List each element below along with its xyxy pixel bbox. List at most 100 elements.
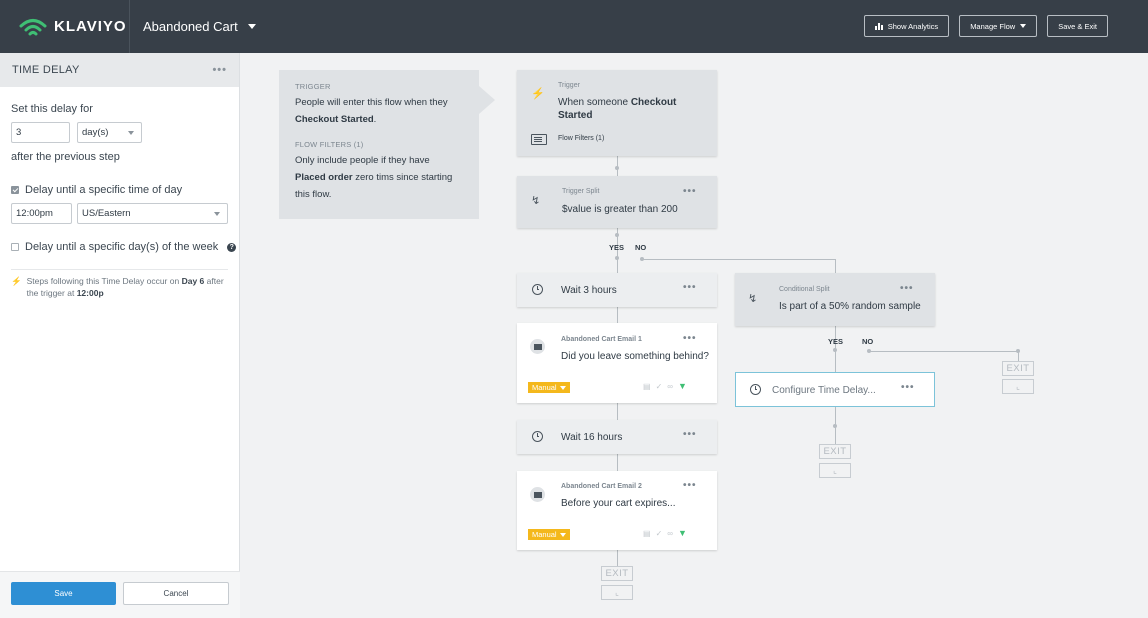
connector <box>835 259 836 273</box>
panel-footer: Save Cancel <box>0 571 240 618</box>
time-input[interactable]: 12:00pm <box>11 203 72 224</box>
check-icon[interactable]: ✓ <box>656 529 663 538</box>
connector-dot <box>833 348 837 352</box>
split-icon: ↯ <box>531 195 541 207</box>
delay-unit-value: day(s) <box>82 127 109 138</box>
day-of-week-option[interactable]: Delay until a specific day(s) of the wee… <box>11 241 237 253</box>
bar-chart-icon <box>874 22 883 30</box>
more-options-icon[interactable]: ••• <box>683 480 697 491</box>
delay-value-input[interactable]: 3 <box>11 122 70 143</box>
configure-time-delay-node[interactable]: Configure Time Delay... ••• <box>735 372 935 407</box>
link-icon[interactable]: ∞ <box>667 529 673 538</box>
brand-logo[interactable]: KLAVIYO <box>0 0 130 53</box>
manual-status-badge[interactable]: Manual <box>528 529 570 540</box>
exit-icon: ⌞ <box>601 585 633 600</box>
flow-filters-description: Only include people if they have Placed … <box>295 155 453 200</box>
clock-icon <box>532 431 543 442</box>
connector-dot <box>615 256 619 260</box>
connector-dot <box>833 424 837 428</box>
manage-flow-button[interactable]: Manage Flow <box>959 15 1038 37</box>
abandoned-cart-email-2-node[interactable]: Abandoned Cart Email 2 Before your cart … <box>517 471 717 550</box>
link-icon[interactable]: ∞ <box>667 382 673 391</box>
trigger-split-node[interactable]: ↯ Trigger Split $value is greater than 2… <box>517 176 717 228</box>
delay-unit-select[interactable]: day(s) <box>77 122 142 143</box>
day-of-week-label: Delay until a specific day(s) of the wee… <box>25 241 219 253</box>
flow-filter-icon <box>531 134 547 145</box>
conditional-split-node[interactable]: ↯ Conditional Split Is part of a 50% ran… <box>735 273 935 326</box>
chevron-down-icon <box>128 131 134 135</box>
flow-filters-caption: FLOW FILTERS (1) <box>295 140 364 149</box>
exit-marker: EXIT <box>819 444 851 459</box>
more-options-icon[interactable]: ••• <box>683 186 697 197</box>
timezone-value: US/Eastern <box>82 208 131 219</box>
after-previous-step-label: after the previous step <box>11 151 120 163</box>
filter-icon[interactable]: ▼ <box>678 528 687 538</box>
email-1-caption: Abandoned Cart Email 1 <box>561 336 642 343</box>
more-options-icon[interactable]: ••• <box>900 283 914 294</box>
filter-icon[interactable]: ▼ <box>678 381 687 391</box>
day-of-week-checkbox[interactable] <box>11 243 19 251</box>
manage-flow-label: Manage Flow <box>970 21 1016 31</box>
preview-icon[interactable]: ▤ <box>643 382 651 391</box>
preview-icon[interactable]: ▤ <box>643 529 651 538</box>
lightning-icon: ⚡ <box>11 276 22 286</box>
trigger-node[interactable]: ⚡ Trigger When someone Checkout Started … <box>517 70 717 156</box>
panel-menu-icon[interactable]: ••• <box>212 64 227 76</box>
trigger-caption: TRIGGER <box>295 82 331 91</box>
timezone-select[interactable]: US/Eastern <box>77 203 228 224</box>
note-time: 12:00p <box>76 288 104 298</box>
flow-name-dropdown[interactable]: Abandoned Cart <box>143 19 256 34</box>
more-options-icon[interactable]: ••• <box>683 333 697 344</box>
exit-marker: EXIT <box>1002 361 1034 376</box>
connector <box>617 307 618 323</box>
trigger-node-text: When someone Checkout Started <box>558 97 677 121</box>
flow-canvas[interactable]: TRIGGER People will enter this flow when… <box>241 53 1148 618</box>
check-icon[interactable]: ✓ <box>656 382 663 391</box>
wait-3-hours-node[interactable]: Wait 3 hours ••• <box>517 273 717 307</box>
chevron-down-icon <box>1020 24 1027 28</box>
show-analytics-button[interactable]: Show Analytics <box>863 15 950 37</box>
connector <box>617 454 618 471</box>
note-prefix: Steps following this Time Delay occur on <box>26 276 180 286</box>
connector <box>617 550 618 566</box>
panel-header: TIME DELAY ••• <box>0 53 239 87</box>
time-of-day-checkbox[interactable] <box>11 186 19 194</box>
split-icon: ↯ <box>748 293 758 305</box>
more-options-icon[interactable]: ••• <box>901 382 915 393</box>
cancel-button[interactable]: Cancel <box>123 582 229 605</box>
connector-dot <box>615 233 619 237</box>
yes-branch-label: YES <box>828 337 844 346</box>
delay-summary-note: ⚡ Steps following this Time Delay occur … <box>11 275 226 299</box>
abandoned-cart-email-1-node[interactable]: Abandoned Cart Email 1 Did you leave som… <box>517 323 717 403</box>
exit-icon: ⌞ <box>819 463 851 478</box>
trigger-split-text: $value is greater than 200 <box>562 204 678 215</box>
set-delay-label: Set this delay for <box>11 103 93 115</box>
exit-marker: EXIT <box>601 566 633 581</box>
more-options-icon[interactable]: ••• <box>683 282 697 293</box>
wifi-logo-icon <box>19 18 47 35</box>
configure-time-delay-text: Configure Time Delay... <box>772 385 876 396</box>
flow-filters-link[interactable]: Flow Filters (1) <box>558 135 604 142</box>
conditional-split-text: Is part of a 50% random sample <box>779 301 921 312</box>
time-delay-panel: TIME DELAY ••• Set this delay for 3 day(… <box>0 53 240 618</box>
exit-icon: ⌞ <box>1002 379 1034 394</box>
trigger-description: People will enter this flow when they Ch… <box>295 97 448 125</box>
save-button[interactable]: Save <box>11 582 116 605</box>
save-exit-label: Save & Exit <box>1058 21 1097 31</box>
yes-branch-label: YES <box>609 243 625 252</box>
more-options-icon[interactable]: ••• <box>683 429 697 440</box>
trigger-info-panel: TRIGGER People will enter this flow when… <box>279 70 479 219</box>
help-icon[interactable]: ? <box>227 242 237 252</box>
divider <box>11 269 228 270</box>
wait-16-hours-node[interactable]: Wait 16 hours ••• <box>517 420 717 454</box>
no-branch-label: NO <box>862 337 874 346</box>
brand-name: KLAVIYO <box>54 18 127 35</box>
connector <box>869 351 1018 352</box>
manual-status-badge[interactable]: Manual <box>528 382 570 393</box>
conditional-split-caption: Conditional Split <box>779 286 830 293</box>
lightning-icon: ⚡ <box>531 88 545 100</box>
save-exit-button[interactable]: Save & Exit <box>1047 15 1108 37</box>
email-2-subject: Before your cart expires... <box>561 498 676 509</box>
time-of-day-option[interactable]: Delay until a specific time of day <box>11 184 182 196</box>
top-bar: KLAVIYO Abandoned Cart Show Analytics Ma… <box>0 0 1148 53</box>
